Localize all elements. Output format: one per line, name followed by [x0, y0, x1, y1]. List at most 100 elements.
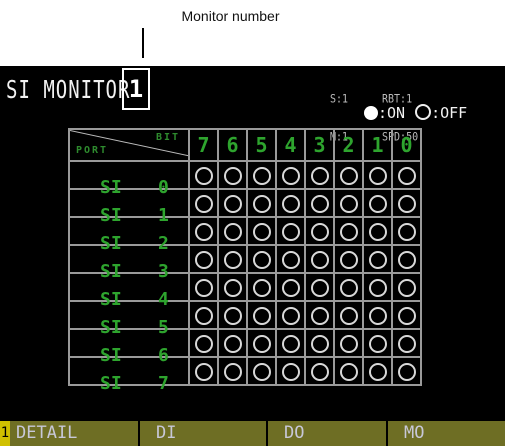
bit-header-3: 3: [304, 128, 335, 162]
status-s: S:1: [330, 93, 349, 106]
led-cell: [304, 300, 335, 330]
led-off-icon: [281, 194, 300, 213]
led-off-icon: [194, 194, 213, 213]
led-off-icon: [397, 306, 416, 325]
led-cell: [391, 244, 422, 274]
led-legend: :ON:OFF: [364, 104, 467, 122]
led-off-icon: [281, 222, 300, 241]
led-cell: [188, 272, 219, 302]
led-cell: [246, 216, 277, 246]
led-cell: [304, 160, 335, 190]
f1-detail-button[interactable]: 1 DETAIL: [0, 421, 138, 446]
led-cell: [391, 160, 422, 190]
led-off-icon: [368, 362, 387, 381]
f3-do-button[interactable]: DO: [268, 421, 386, 446]
bit-header-2: 2: [333, 128, 364, 162]
led-cell: [275, 300, 306, 330]
led-off-icon: [368, 278, 387, 297]
bit-header-1: 1: [362, 128, 393, 162]
led-off-icon: [281, 334, 300, 353]
led-off-icon: [310, 222, 329, 241]
led-cell: [217, 188, 248, 218]
led-off-icon: [194, 250, 213, 269]
port-label-cell: SI 0: [68, 160, 190, 198]
led-cell: [391, 188, 422, 218]
table-row: SI 2: [68, 216, 422, 254]
function-key-bar: 1 DETAIL DI DO MO: [0, 421, 505, 446]
led-cell: [275, 272, 306, 302]
table-header-row: BIT PORT 7 6 5 4 3 2 1 0: [68, 128, 422, 162]
led-cell: [304, 216, 335, 246]
led-cell: [275, 244, 306, 274]
led-cell: [362, 244, 393, 274]
table-row: SI 1: [68, 188, 422, 226]
led-off-icon: [339, 362, 358, 381]
led-cell: [246, 160, 277, 190]
f3-label: DO: [284, 423, 305, 443]
led-off-icon: [310, 362, 329, 381]
bit-header-0: 0: [391, 128, 422, 162]
led-off-icon: [339, 194, 358, 213]
led-cell: [333, 188, 364, 218]
f1-label: DETAIL: [16, 423, 78, 443]
led-off-icon: [397, 166, 416, 185]
led-cell: [304, 188, 335, 218]
legend-on-label: :ON: [378, 104, 406, 122]
led-cell: [333, 356, 364, 386]
led-cell: [188, 216, 219, 246]
port-label-cell: SI 5: [68, 300, 190, 338]
led-cell: [391, 356, 422, 386]
led-off-icon: [252, 250, 271, 269]
f2-label: DI: [156, 423, 177, 443]
led-off-icon: [368, 166, 387, 185]
led-cell: [391, 300, 422, 330]
led-off-icon: [397, 222, 416, 241]
led-off-icon: [223, 222, 242, 241]
led-off-icon: [368, 250, 387, 269]
table-row: SI 6: [68, 328, 422, 366]
led-off-icon: [252, 222, 271, 241]
led-off-icon: [368, 222, 387, 241]
port-bit-header: BIT PORT: [68, 128, 190, 162]
led-cell: [275, 328, 306, 358]
led-cell: [246, 188, 277, 218]
port-label-cell: SI 7: [68, 356, 190, 394]
monitor-number-annotation: Monitor number: [181, 8, 280, 24]
led-off-icon: [252, 306, 271, 325]
bit-header-7: 7: [188, 128, 219, 162]
f2-di-button[interactable]: DI: [140, 421, 266, 446]
led-cell: [217, 300, 248, 330]
led-off-icon: [194, 334, 213, 353]
led-off-icon: [252, 334, 271, 353]
led-cell: [275, 356, 306, 386]
led-cell: [304, 272, 335, 302]
table-row: SI 7: [68, 356, 422, 394]
port-number: 7: [158, 373, 169, 394]
led-off-icon: [194, 278, 213, 297]
led-off-icon: [281, 278, 300, 297]
led-off-icon: [310, 194, 329, 213]
led-off-icon: [194, 222, 213, 241]
f4-mo-button[interactable]: MO: [388, 421, 505, 446]
led-off-icon: [281, 306, 300, 325]
led-off-icon: [194, 362, 213, 381]
led-off-icon: [339, 222, 358, 241]
led-off-icon: [310, 166, 329, 185]
port-label: SI: [100, 373, 122, 394]
led-off-icon: [310, 250, 329, 269]
table-row: SI 4: [68, 272, 422, 310]
led-cell: [188, 356, 219, 386]
led-cell: [217, 328, 248, 358]
led-off-icon: [397, 362, 416, 381]
f4-label: MO: [404, 423, 425, 443]
led-off-icon: [281, 250, 300, 269]
led-off-icon: [252, 278, 271, 297]
led-cell: [333, 160, 364, 190]
led-cell: [362, 356, 393, 386]
led-off-icon: [281, 362, 300, 381]
led-off-icon: [310, 278, 329, 297]
led-cell: [188, 328, 219, 358]
led-off-icon: [368, 306, 387, 325]
led-cell: [333, 300, 364, 330]
led-off-icon: [252, 166, 271, 185]
